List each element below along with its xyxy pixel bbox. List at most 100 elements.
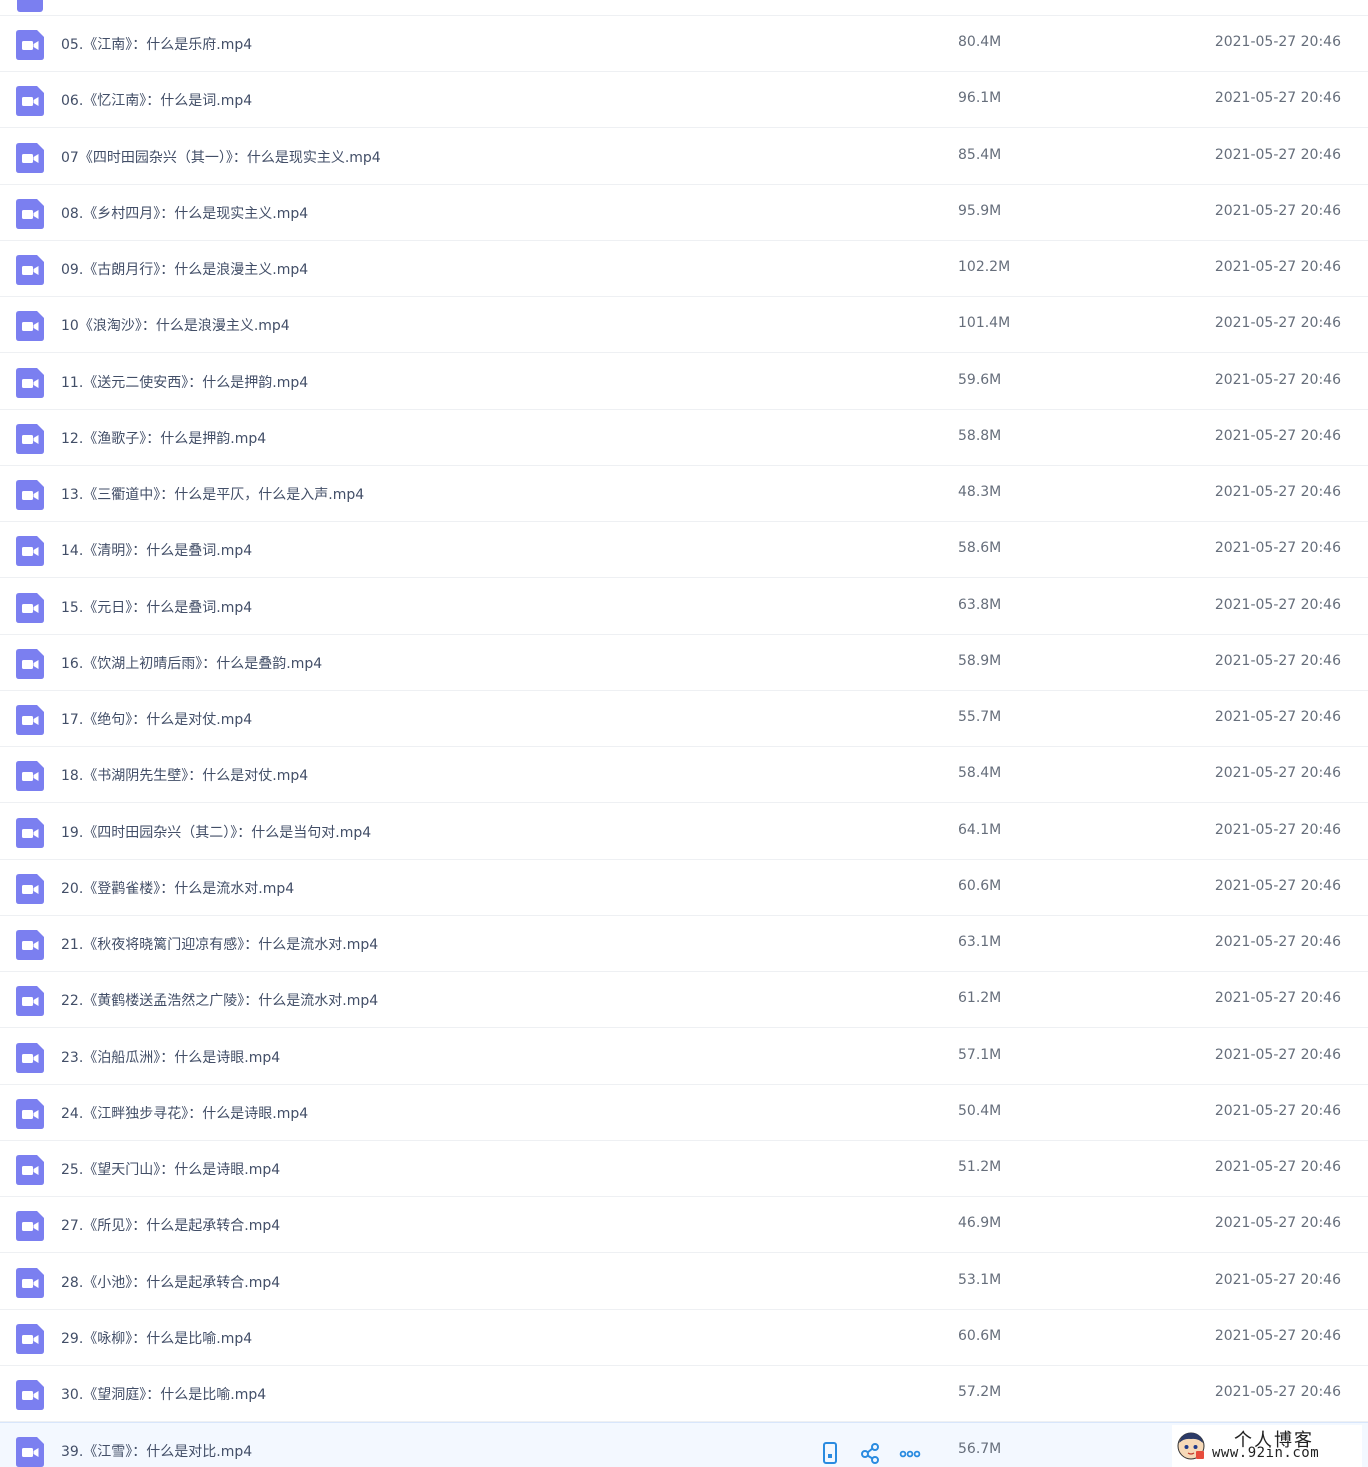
- file-date: 2021-05-27 20:46: [1214, 1271, 1341, 1288]
- file-row[interactable]: 19.《四时田园杂兴（其二）》：什么是当句对.mp4 64.1M 2021-05-2…: [0, 803, 1368, 860]
- file-name[interactable]: 23.《泊船瓜洲》：什么是诗眼.mp4: [61, 1047, 280, 1067]
- file-date: 2021-05-27 20:46: [1214, 315, 1341, 332]
- video-file-icon: [16, 1323, 44, 1354]
- file-name[interactable]: 18.《书湖阴先生壁》：什么是对仗.mp4: [61, 765, 308, 785]
- file-size: 58.4M: [958, 765, 1002, 782]
- file-date: 2021-05-27 20:46: [1214, 1102, 1341, 1119]
- file-name[interactable]: 12.《渔歌子》：什么是押韵.mp4: [61, 428, 266, 448]
- file-row[interactable]: 17.《绝句》：什么是对仗.mp4 55.7M 2021-05-27 20:46: [0, 691, 1368, 747]
- file-size: 101.4M: [958, 315, 1011, 332]
- file-row[interactable]: 15.《元日》：什么是叠词.mp4 63.8M 2021-05-27 20:46: [0, 578, 1368, 635]
- file-row[interactable]: 28.《小池》：什么是起承转合.mp4 53.1M 2021-05-27 20:46: [0, 1253, 1368, 1310]
- file-name[interactable]: 05.《江南》：什么是乐府.mp4: [61, 34, 252, 54]
- file-date: 2021-05-27 20:46: [1214, 146, 1341, 163]
- file-row[interactable]: 23.《泊船瓜洲》：什么是诗眼.mp4 57.1M 2021-05-27 20:46: [0, 1028, 1368, 1085]
- file-name[interactable]: 27.《所见》：什么是起承转合.mp4: [61, 1215, 280, 1235]
- file-name[interactable]: 19.《四时田园杂兴（其二）》：什么是当句对.mp4: [61, 822, 371, 842]
- file-name[interactable]: 30.《望洞庭》：什么是比喻.mp4: [61, 1384, 266, 1404]
- file-size: 51.2M: [958, 1159, 1002, 1175]
- video-file-icon: [16, 986, 44, 1017]
- file-size: 64.1M: [958, 821, 1002, 838]
- file-size: 58.8M: [958, 427, 1002, 444]
- file-name[interactable]: 29.《咏柳》：什么是比喻.mp4: [61, 1328, 252, 1348]
- video-file-icon: [16, 1155, 44, 1185]
- video-file-icon: [16, 1437, 44, 1467]
- file-name[interactable]: 07《四时田园杂兴（其一）》：什么是现实主义.mp4: [61, 147, 381, 167]
- file-row[interactable]: 25.《望天门山》：什么是诗眼.mp4 51.2M 2021-05-27 20:46: [0, 1141, 1368, 1197]
- watermark: 个人博客 www.92in.com: [1172, 1425, 1362, 1467]
- file-date: 2021-05-27 20:46: [1214, 202, 1341, 219]
- file-name[interactable]: 09.《古朗月行》：什么是浪漫主义.mp4: [61, 259, 308, 279]
- file-name[interactable]: 24.《江畔独步寻花》：什么是诗眼.mp4: [61, 1103, 308, 1123]
- file-date: 2021-05-27 20:46: [1214, 765, 1341, 782]
- file-row[interactable]: 13.《三衢道中》：什么是平仄，什么是入声.mp4 48.3M 2021-05-27…: [0, 466, 1368, 522]
- video-file-icon: [16, 30, 44, 60]
- file-row[interactable]: 05.《江南》：什么是乐府.mp4 80.4M 2021-05-27 20:46: [0, 16, 1368, 72]
- file-size: 58.9M: [958, 652, 1002, 669]
- file-row[interactable]: 30.《望洞庭》：什么是比喻.mp4 57.2M 2021-05-27 20:46: [0, 1366, 1368, 1422]
- file-date: 2021-05-27 20:46: [1214, 484, 1341, 500]
- file-row[interactable]: 11.《送元二使安西》：什么是押韵.mp4 59.6M 2021-05-27 20:…: [0, 353, 1368, 410]
- file-row[interactable]: 24.《江畔独步寻花》：什么是诗眼.mp4 50.4M 2021-05-27 20:…: [0, 1084, 1368, 1141]
- file-name[interactable]: 10《浪淘沙》：什么是浪漫主义.mp4: [61, 315, 290, 335]
- file-row[interactable]: 18.《书湖阴先生壁》：什么是对仗.mp4 58.4M 2021-05-27 20:…: [0, 747, 1368, 804]
- file-size: 55.7M: [958, 709, 1002, 725]
- video-file-icon: [16, 592, 44, 623]
- file-name[interactable]: 22.《黄鹤楼送孟浩然之广陵》：什么是流水对.mp4: [61, 990, 378, 1010]
- file-date: 2021-05-27 20:46: [1214, 934, 1341, 950]
- file-name[interactable]: 39.《江雪》：什么是对比.mp4: [61, 1441, 252, 1461]
- video-file-icon: [16, 1211, 44, 1242]
- phone-button[interactable]: [818, 1441, 842, 1465]
- file-date: 2021-05-27 20:46: [1214, 90, 1341, 107]
- video-file-icon: [16, 1098, 44, 1129]
- file-size: 57.1M: [958, 1046, 1002, 1063]
- file-row[interactable]: 14.《清明》：什么是叠词.mp4 58.6M 2021-05-27 20:46: [0, 522, 1368, 579]
- file-row[interactable]: 20.《登鹳雀楼》：什么是流水对.mp4 60.6M 2021-05-27 20:4…: [0, 859, 1368, 916]
- file-row[interactable]: 09.《古朗月行》：什么是浪漫主义.mp4 102.2M 2021-05-27 20…: [0, 241, 1368, 297]
- file-name[interactable]: 17.《绝句》：什么是对仗.mp4: [61, 709, 252, 729]
- file-date: 2021-05-27 20:46: [1214, 596, 1341, 613]
- file-size: 63.8M: [958, 596, 1002, 613]
- file-row[interactable]: 16.《饮湖上初晴后雨》：什么是叠韵.mp4 58.9M 2021-05-27 20…: [0, 634, 1368, 691]
- file-row[interactable]: 27.《所见》：什么是起承转合.mp4 46.9M 2021-05-27 20:46: [0, 1197, 1368, 1254]
- file-size: 96.1M: [958, 90, 1002, 107]
- file-row[interactable]: 21.《秋夜将晓篱门迎凉有感》：什么是流水对.mp4 63.1M 2021-05-2…: [0, 916, 1368, 972]
- video-file-icon: [16, 648, 44, 679]
- video-file-icon: [16, 761, 44, 792]
- file-name[interactable]: 21.《秋夜将晓篱门迎凉有感》：什么是流水对.mp4: [61, 934, 378, 954]
- file-name[interactable]: 16.《饮湖上初晴后雨》：什么是叠韵.mp4: [61, 653, 322, 673]
- video-file-icon: [16, 1042, 44, 1073]
- more-button[interactable]: [898, 1441, 922, 1465]
- file-row[interactable]: 10《浪淘沙》：什么是浪漫主义.mp4 101.4M 2021-05-27 20:4…: [0, 297, 1368, 354]
- file-date: 2021-05-27 20:46: [1214, 1046, 1341, 1063]
- file-name[interactable]: 14.《清明》：什么是叠词.mp4: [61, 540, 252, 560]
- file-row[interactable]: 07《四时田园杂兴（其一）》：什么是现实主义.mp4 85.4M 2021-05-2…: [0, 128, 1368, 185]
- share-button[interactable]: [858, 1441, 882, 1465]
- file-name[interactable]: 15.《元日》：什么是叠词.mp4: [61, 597, 252, 617]
- file-name[interactable]: 06.《忆江南》：什么是词.mp4: [61, 90, 252, 110]
- file-size: 60.6M: [958, 877, 1002, 894]
- file-row[interactable]: 12.《渔歌子》：什么是押韵.mp4 58.8M 2021-05-27 20:46: [0, 409, 1368, 466]
- file-name[interactable]: 25.《望天门山》：什么是诗眼.mp4: [61, 1159, 280, 1179]
- file-row[interactable]: 06.《忆江南》：什么是词.mp4 96.1M 2021-05-27 20:46: [0, 72, 1368, 129]
- video-file-icon: [16, 423, 44, 454]
- file-date: 2021-05-27 20:46: [1214, 1327, 1341, 1344]
- file-row[interactable]: 08.《乡村四月》：什么是现实主义.mp4 95.9M 2021-05-27 20:…: [0, 184, 1368, 241]
- video-file-icon: [16, 255, 44, 285]
- file-name[interactable]: 28.《小池》：什么是起承转合.mp4: [61, 1272, 280, 1292]
- file-row[interactable]: 39.《江雪》：什么是对比.mp4 56.7M: [0, 1422, 1368, 1467]
- file-name[interactable]: 08.《乡村四月》：什么是现实主义.mp4: [61, 203, 308, 223]
- file-row[interactable]: 29.《咏柳》：什么是比喻.mp4 60.6M 2021-05-27 20:46: [0, 1309, 1368, 1366]
- file-size: 53.1M: [958, 1271, 1002, 1288]
- file-date: 2021-05-27 20:46: [1214, 1384, 1341, 1400]
- file-name[interactable]: 20.《登鹳雀楼》：什么是流水对.mp4: [61, 878, 294, 898]
- file-size: 46.9M: [958, 1215, 1002, 1232]
- video-file-icon: [16, 536, 44, 567]
- file-row[interactable]: 22.《黄鹤楼送孟浩然之广陵》：什么是流水对.mp4 61.2M 2021-05-2…: [0, 972, 1368, 1029]
- file-name[interactable]: 13.《三衢道中》：什么是平仄，什么是入声.mp4: [61, 484, 364, 504]
- file-list: 05.《江南》：什么是乐府.mp4 80.4M 2021-05-27 20:46 06…: [0, 0, 1368, 1467]
- file-size: 57.2M: [958, 1384, 1002, 1400]
- file-size: 102.2M: [958, 259, 1011, 275]
- file-name[interactable]: 11.《送元二使安西》：什么是押韵.mp4: [61, 372, 308, 392]
- video-file-icon: [16, 480, 44, 510]
